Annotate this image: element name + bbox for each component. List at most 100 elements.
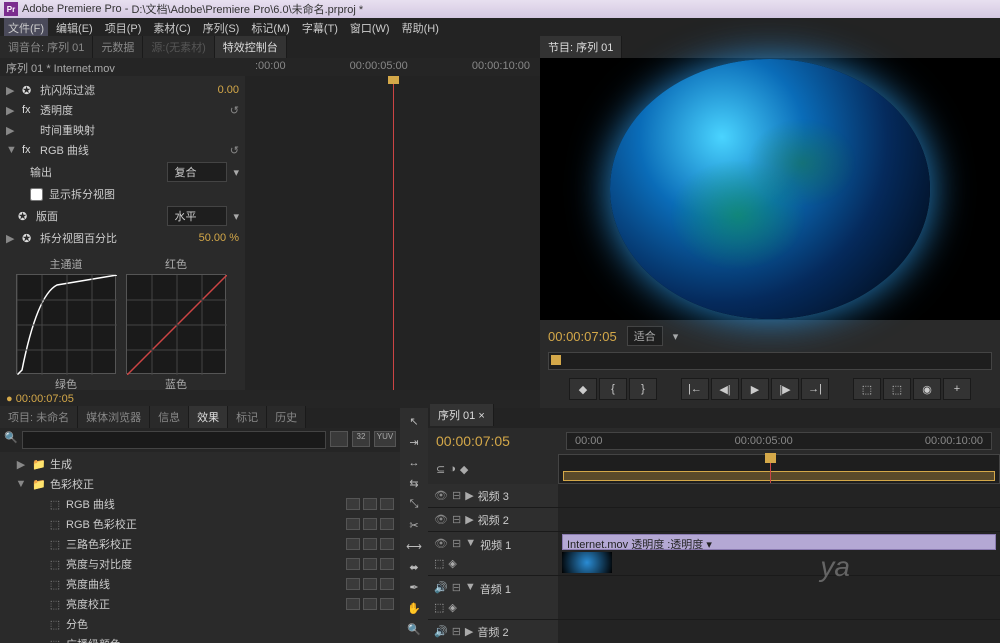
add-marker-button[interactable]: ◆ [569, 378, 597, 400]
effects-tree[interactable]: ▶📁生成▼📁色彩校正⬚RGB 曲线⬚RGB 色彩校正⬚三路色彩校正⬚亮度与对比度… [0, 452, 400, 643]
menu-sequence[interactable]: 序列(S) [199, 18, 244, 38]
ec-keyframe-area[interactable] [245, 76, 540, 390]
tab-history[interactable]: 历史 [267, 406, 306, 428]
mark-out-button[interactable]: } [629, 378, 657, 400]
curve-editor-main[interactable] [16, 274, 116, 374]
tab-program[interactable]: 节目: 序列 01 [540, 36, 622, 58]
menu-edit[interactable]: 编辑(E) [52, 18, 97, 38]
settings-button[interactable]: + [943, 378, 971, 400]
ec-playhead[interactable] [393, 76, 394, 390]
prop-time-remap[interactable]: 时间重映射 [40, 122, 239, 138]
goto-out-button[interactable]: →| [801, 378, 829, 400]
effects-tree-item[interactable]: ⬚亮度校正 [2, 594, 398, 614]
layout-dropdown[interactable]: 水平 [167, 206, 227, 226]
razor-tool[interactable]: ✂ [402, 516, 426, 535]
scrub-playhead-icon[interactable] [551, 355, 561, 365]
track-select-tool[interactable]: ⇥ [402, 433, 426, 452]
snap-icon[interactable]: ⊆ [436, 463, 445, 476]
tab-markers[interactable]: 标记 [228, 406, 267, 428]
tab-effect-controls[interactable]: 特效控制台 [215, 36, 287, 58]
speaker-icon[interactable]: 🔊 [434, 625, 448, 638]
lift-button[interactable]: ⬚ [853, 378, 881, 400]
prop-rgb-curves[interactable]: RGB 曲线 [40, 142, 224, 158]
pen-tool[interactable]: ✒ [402, 579, 426, 598]
filter-accelerated-icon[interactable] [330, 431, 348, 447]
program-timecode[interactable]: 00:00:07:05 [548, 329, 617, 344]
menu-window[interactable]: 窗口(W) [346, 18, 394, 38]
menu-help[interactable]: 帮助(H) [398, 18, 443, 38]
linked-selection-icon[interactable]: ◑ [449, 463, 456, 475]
ripple-edit-tool[interactable]: ↔ [402, 454, 426, 473]
track-audio-2[interactable]: 🔊⊟▶音频 2 [428, 620, 1000, 643]
play-button[interactable]: ▶ [741, 378, 769, 400]
slide-tool[interactable]: ⬌ [402, 558, 426, 577]
effects-search-input[interactable] [22, 431, 326, 449]
effects-tree-item[interactable]: ⬚亮度曲线 [2, 574, 398, 594]
extract-button[interactable]: ⬚ [883, 378, 911, 400]
hand-tool[interactable]: ✋ [402, 599, 426, 618]
timeline-timecode[interactable]: 00:00:07:05 [436, 433, 566, 449]
speaker-icon[interactable]: 🔊 [434, 581, 448, 597]
menu-title[interactable]: 字幕(T) [298, 18, 342, 38]
rolling-edit-tool[interactable]: ⇆ [402, 474, 426, 493]
track-audio-1[interactable]: 🔊⊟▼音频 1 ⬚◈ [428, 576, 1000, 620]
step-back-button[interactable]: ◀| [711, 378, 739, 400]
marker-icon[interactable]: ◆ [460, 463, 468, 476]
ec-timecode[interactable]: 00:00:07:05 [16, 393, 74, 405]
selection-tool[interactable]: ↖ [402, 412, 426, 431]
eye-icon[interactable]: 👁 [434, 513, 448, 526]
output-dropdown[interactable]: 复合 [167, 162, 227, 182]
effects-tree-item[interactable]: ▼📁色彩校正 [2, 474, 398, 494]
tab-sequence[interactable]: 序列 01 × [430, 404, 494, 426]
timeline-playhead[interactable] [770, 455, 771, 483]
tab-media-browser[interactable]: 媒体浏览器 [78, 406, 150, 428]
track-video-1[interactable]: 👁⊟▼视频 1 ⬚◈ Internet.mov 透明度 :透明度 ▾ [428, 532, 1000, 576]
timeline-clip[interactable]: Internet.mov 透明度 :透明度 ▾ [562, 534, 996, 550]
zoom-fit-dropdown[interactable]: 适合 [627, 326, 663, 346]
reset-icon[interactable]: ↺ [230, 104, 239, 117]
prop-opacity[interactable]: 透明度 [40, 102, 224, 118]
effects-tree-item[interactable]: ⬚分色 [2, 614, 398, 634]
mark-in-button[interactable]: { [599, 378, 627, 400]
filter-32bit-icon[interactable]: 32 [352, 431, 370, 447]
menu-file[interactable]: 文件(F) [4, 18, 48, 38]
effects-tree-item[interactable]: ⬚RGB 色彩校正 [2, 514, 398, 534]
ec-mini-ruler[interactable]: :00:00 00:00:05:00 00:00:10:00 [245, 58, 540, 76]
track-video-2[interactable]: 👁⊟▶视频 2 [428, 508, 1000, 532]
prop-anti-flicker[interactable]: 抗闪烁过滤 [40, 82, 212, 98]
program-monitor-viewport[interactable] [540, 58, 1000, 320]
menu-project[interactable]: 项目(P) [101, 18, 146, 38]
effects-tree-item[interactable]: ⬚RGB 曲线 [2, 494, 398, 514]
tab-audio-mixer[interactable]: 调音台: 序列 01 [0, 36, 93, 58]
program-scrubber[interactable] [548, 352, 992, 370]
menu-marker[interactable]: 标记(M) [247, 18, 294, 38]
tab-effects[interactable]: 效果 [189, 406, 228, 428]
slip-tool[interactable]: ⟷ [402, 537, 426, 556]
curve-editor-red[interactable] [126, 274, 226, 374]
track-video-3[interactable]: 👁⊟▶视频 3 [428, 484, 1000, 508]
lock-icon[interactable]: ⬚ [434, 557, 444, 570]
tab-info[interactable]: 信息 [150, 406, 189, 428]
effects-tree-item[interactable]: ⬚广播级颜色 [2, 634, 398, 643]
eye-icon[interactable]: 👁 [434, 537, 448, 553]
menu-clip[interactable]: 素材(C) [149, 18, 194, 38]
tab-metadata[interactable]: 元数据 [93, 36, 143, 58]
show-split-checkbox[interactable] [30, 188, 43, 201]
effects-tree-item[interactable]: ⬚三路色彩校正 [2, 534, 398, 554]
step-forward-button[interactable]: |▶ [771, 378, 799, 400]
effects-tree-item[interactable]: ▶📁生成 [2, 454, 398, 474]
eye-icon[interactable]: 👁 [434, 489, 448, 502]
tab-source[interactable]: 源:(无素材) [143, 36, 214, 58]
rate-stretch-tool[interactable]: ⤡ [402, 495, 426, 514]
timeline-ruler[interactable]: 00:00 00:00:05:00 00:00:10:00 [566, 432, 992, 450]
goto-in-button[interactable]: |← [681, 378, 709, 400]
fx-icon: ⬚ [48, 618, 62, 631]
reset-icon[interactable]: ↺ [230, 144, 239, 157]
tab-project[interactable]: 项目: 未命名 [0, 406, 78, 428]
timeline-work-area[interactable] [558, 454, 1000, 484]
export-frame-button[interactable]: ◉ [913, 378, 941, 400]
effects-tree-item[interactable]: ⬚亮度与对比度 [2, 554, 398, 574]
effect-badge-icon [380, 498, 394, 510]
zoom-tool[interactable]: 🔍 [402, 620, 426, 639]
filter-yuv-icon[interactable]: YUV [374, 431, 396, 447]
